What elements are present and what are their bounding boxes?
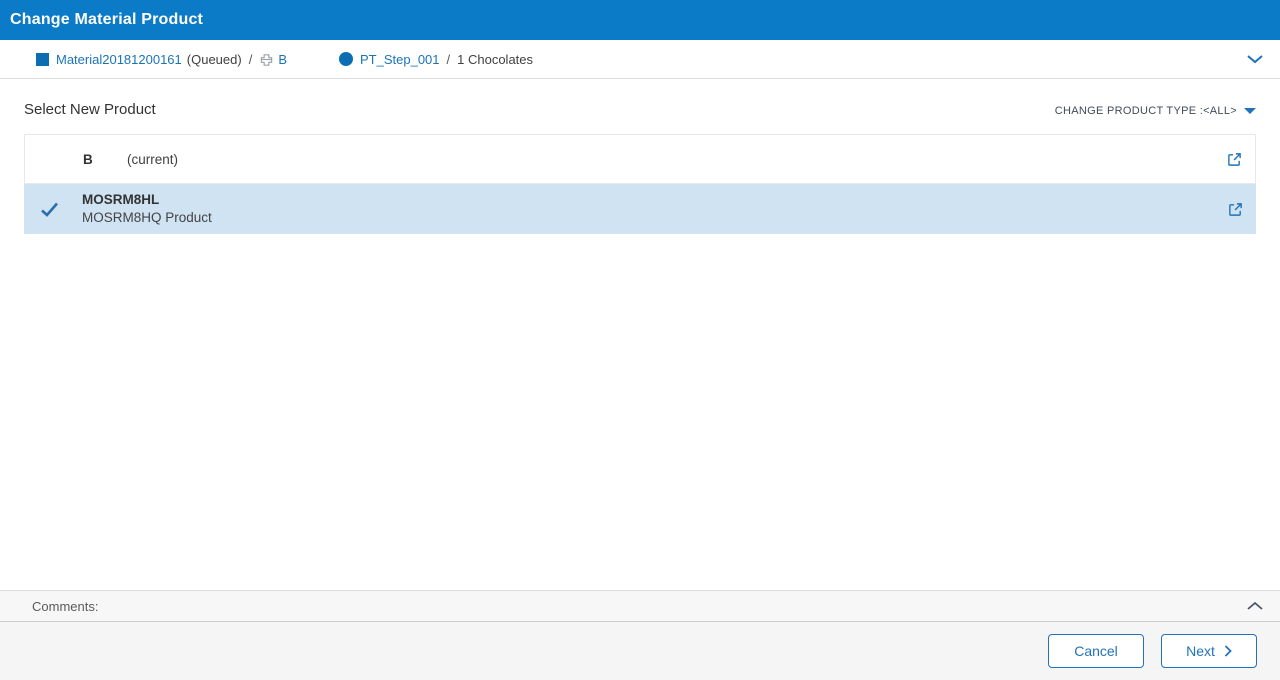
product-description: MOSRM8HQ Product — [82, 210, 212, 225]
chevron-right-icon — [1224, 645, 1232, 657]
chevron-down-icon — [1246, 53, 1264, 65]
product-name: B — [83, 151, 93, 167]
breadcrumb: Material20181200161 (Queued) / B PT_Step… — [0, 40, 1280, 79]
chevron-up-icon — [1246, 600, 1264, 612]
step-circle-icon — [339, 52, 353, 66]
comments-label: Comments: — [32, 598, 99, 614]
breadcrumb-material-link[interactable]: Material20181200161 — [56, 52, 182, 67]
dialog-title-bar: Change Material Product — [0, 0, 1280, 40]
open-product-details-button[interactable] — [1227, 152, 1242, 167]
product-row-selected[interactable]: MOSRM8HL MOSRM8HQ Product — [24, 184, 1256, 234]
next-button-label: Next — [1186, 643, 1215, 659]
checkmark-icon — [40, 201, 59, 218]
cancel-button-label: Cancel — [1074, 643, 1118, 659]
open-product-details-button[interactable] — [1228, 202, 1243, 217]
pallet-plus-icon — [259, 52, 274, 67]
check-column — [40, 201, 82, 218]
product-list: B (current) MOSRM8HL MOSRM8HQ Product — [24, 134, 1256, 234]
cancel-button[interactable]: Cancel — [1048, 634, 1144, 668]
breadcrumb-step-group: PT_Step_001 / 1 Chocolates — [339, 52, 533, 67]
product-current-note: (current) — [127, 151, 179, 167]
breadcrumb-separator: / — [248, 51, 253, 67]
comments-bar: Comments: — [0, 590, 1280, 622]
breadcrumb-step-link[interactable]: PT_Step_001 — [360, 52, 440, 67]
change-product-type-label: CHANGE PRODUCT TYPE :<ALL> — [1054, 105, 1237, 117]
external-link-icon — [1227, 152, 1242, 167]
external-link-icon — [1228, 202, 1243, 217]
material-square-icon — [36, 52, 49, 66]
comments-expand-button[interactable] — [1246, 600, 1264, 612]
product-row-current[interactable]: B (current) — [24, 134, 1256, 184]
next-button[interactable]: Next — [1161, 634, 1257, 668]
caret-down-icon — [1244, 108, 1256, 114]
dialog-footer: Cancel Next — [0, 622, 1280, 680]
breadcrumb-step-detail: 1 Chocolates — [457, 51, 534, 67]
change-product-type-dropdown[interactable]: CHANGE PRODUCT TYPE :<ALL> — [1055, 105, 1256, 118]
breadcrumb-material-group: Material20181200161 (Queued) / B — [36, 52, 287, 67]
main-header-row: Select New Product CHANGE PRODUCT TYPE :… — [24, 101, 1256, 118]
breadcrumb-collapse-button[interactable] — [1246, 53, 1264, 65]
breadcrumb-separator: / — [446, 51, 451, 67]
product-name-block: MOSRM8HL MOSRM8HQ Product — [82, 191, 212, 227]
page-title: Select New Product — [24, 101, 156, 118]
product-name: MOSRM8HL — [82, 192, 160, 207]
breadcrumb-sub-link[interactable]: B — [278, 52, 287, 67]
dialog-title: Change Material Product — [10, 11, 204, 28]
breadcrumb-material-status: (Queued) — [186, 51, 242, 67]
main-content: Select New Product CHANGE PRODUCT TYPE :… — [0, 79, 1280, 590]
